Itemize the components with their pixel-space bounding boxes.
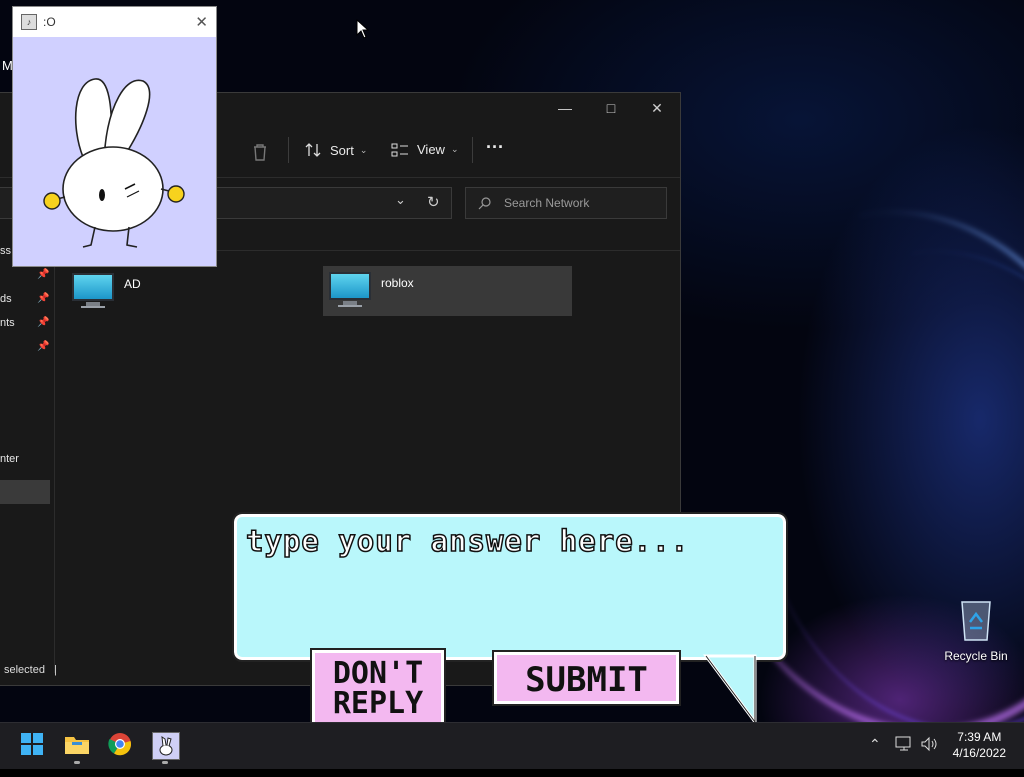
sidebar-item-label[interactable]: nts	[0, 317, 15, 329]
mouse-cursor-icon	[356, 19, 370, 39]
computer-icon	[329, 272, 371, 310]
network-item-selected[interactable]: roblox	[323, 266, 572, 316]
network-item[interactable]: AD	[72, 267, 312, 317]
recycle-bin-label: Recycle Bin	[944, 649, 1008, 663]
computer-icon	[72, 273, 114, 311]
status-bar: selected |	[0, 664, 57, 676]
refresh-icon[interactable]: ↻	[427, 193, 440, 211]
windows-start-icon[interactable]	[20, 732, 46, 758]
sort-button[interactable]: Sort ⌄	[304, 142, 367, 158]
toolbar-separator	[472, 137, 473, 163]
view-label: View	[417, 142, 445, 157]
answer-input[interactable]: type your answer here...	[245, 523, 689, 559]
view-button[interactable]: View ⌄	[391, 142, 459, 157]
running-indicator	[74, 761, 80, 764]
sidebar-item-label[interactable]: ss	[0, 245, 11, 257]
window-controls: — □ ✕	[542, 93, 680, 123]
more-options-button[interactable]: ···	[486, 137, 504, 158]
chevron-down-icon[interactable]: ⌄	[395, 192, 406, 208]
minimize-icon[interactable]: —	[542, 93, 588, 123]
bunny-illustration	[43, 78, 185, 248]
pin-icon: 📌	[37, 341, 50, 352]
sidebar-item-label[interactable]: ds	[0, 293, 12, 305]
navigation-pane: ss 📌 ds 📌 nts 📌 📌 nter	[0, 233, 55, 673]
volume-icon[interactable]	[920, 736, 938, 755]
bunny-popup-window[interactable]: ♪ :O ✕	[12, 6, 217, 267]
file-explorer-icon[interactable]	[64, 732, 90, 758]
maximize-icon[interactable]: □	[588, 93, 634, 123]
sort-icon	[305, 143, 321, 157]
delete-icon[interactable]	[252, 143, 268, 161]
taskbar-clock[interactable]: 7:39 AM 4/16/2022	[953, 729, 1006, 761]
chevron-down-icon: ⌄	[450, 144, 459, 154]
dont-reply-label: DON'T REPLY	[332, 656, 424, 721]
bubble-tail	[703, 654, 757, 724]
popup-title-bar[interactable]: ♪ :O ✕	[13, 7, 216, 37]
clock-time: 7:39 AM	[957, 730, 1002, 744]
search-placeholder: Search Network	[504, 196, 590, 210]
sidebar-item-label[interactable]: nter	[0, 453, 19, 465]
popup-title: :O	[43, 15, 56, 29]
sort-label: Sort	[330, 142, 354, 158]
pin-icon: 📌	[37, 317, 50, 328]
submit-label: SUBMIT	[525, 660, 648, 700]
recycle-bin-icon	[961, 601, 991, 641]
chevron-down-icon: ⌄	[359, 144, 368, 155]
sidebar-item-selected[interactable]	[0, 480, 50, 504]
bunny-app-icon: ♪	[21, 14, 37, 30]
running-indicator	[162, 761, 168, 764]
submit-button[interactable]: SUBMIT	[492, 650, 681, 706]
view-icon	[391, 143, 408, 156]
status-divider: |	[54, 664, 57, 676]
chevron-up-icon[interactable]: ⌃	[869, 736, 881, 753]
clock-date: 4/16/2022	[952, 746, 1006, 760]
close-icon[interactable]: ✕	[634, 93, 680, 123]
pin-icon: 📌	[37, 293, 50, 304]
item-name: roblox	[381, 276, 414, 290]
chrome-icon[interactable]	[108, 732, 134, 758]
search-box[interactable]: Search Network	[465, 187, 667, 219]
toolbar-separator	[288, 137, 289, 163]
search-icon	[478, 197, 491, 210]
item-name: AD	[124, 277, 141, 291]
status-text: selected	[4, 664, 45, 676]
network-icon[interactable]	[895, 736, 913, 755]
bunny-app-icon[interactable]	[152, 732, 180, 760]
recycle-bin-shortcut[interactable]: Recycle Bin	[944, 598, 1008, 663]
close-icon[interactable]: ✕	[195, 13, 208, 31]
dont-reply-button[interactable]: DON'T REPLY	[310, 648, 446, 730]
taskbar: ⌃ 7:39 AM 4/16/2022	[0, 722, 1024, 769]
